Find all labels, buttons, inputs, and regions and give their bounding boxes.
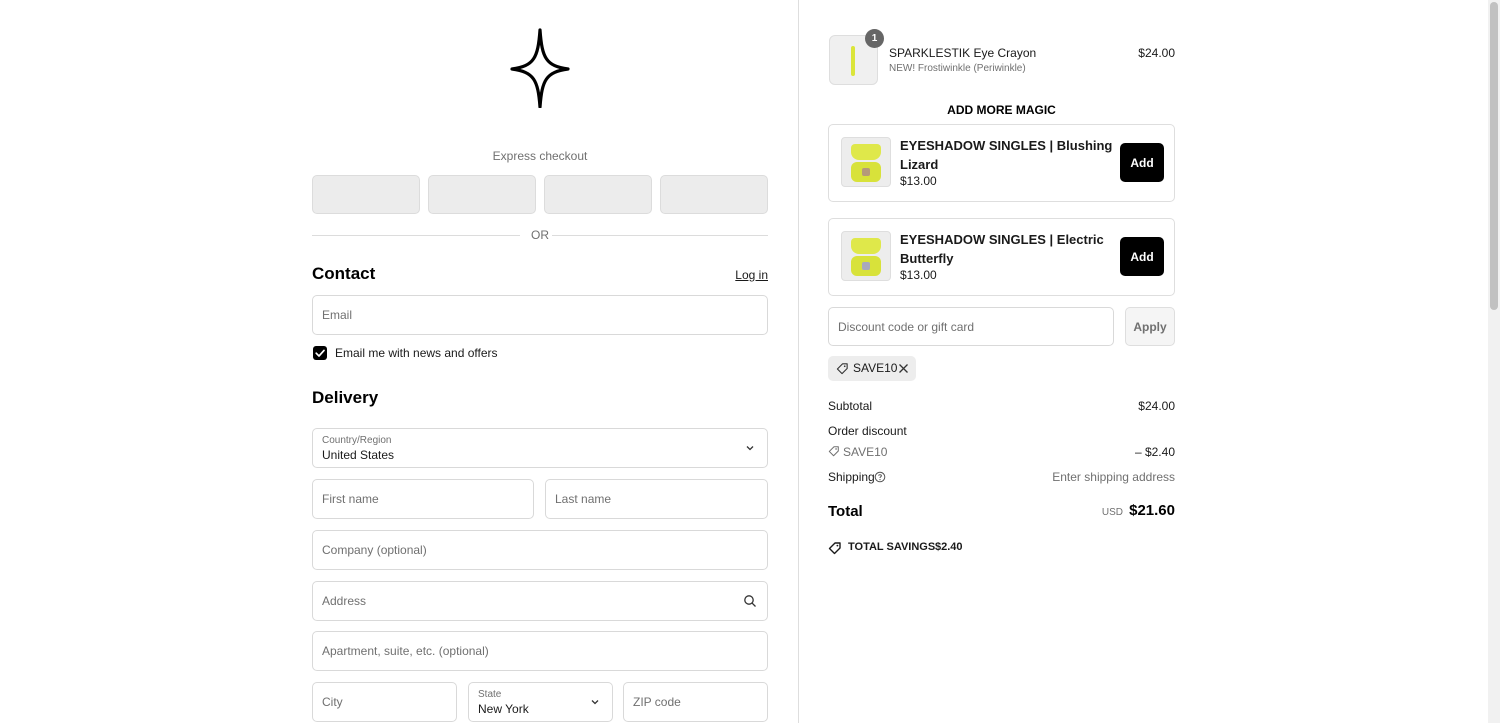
upsell-price: $13.00 <box>900 268 937 282</box>
discount-code-label: SAVE10 <box>843 445 888 459</box>
eyeshadow-image <box>841 137 891 187</box>
checkout-form-column: Express checkout OR Contact Log in Email… <box>0 0 798 723</box>
compact-lid <box>851 144 881 160</box>
zip-field[interactable]: ZIP code <box>623 682 768 722</box>
state-value: New York <box>478 702 529 716</box>
email-field[interactable]: Email <box>312 295 768 335</box>
product-price: $24.00 <box>1138 46 1175 60</box>
product-variant: NEW! Frostiwinkle (Periwinkle) <box>889 63 1026 74</box>
express-checkout-label: Express checkout <box>492 149 588 163</box>
subtotal-label: Subtotal <box>828 399 873 413</box>
applied-discount-chip: SAVE10 <box>828 356 916 381</box>
zip-placeholder: ZIP code <box>633 695 681 709</box>
compact-lid <box>851 238 881 254</box>
eye-crayon-image <box>851 46 855 76</box>
express-pay-button-1[interactable] <box>312 175 420 214</box>
company-placeholder: Company (optional) <box>322 543 427 557</box>
page-scrollbar[interactable] <box>1488 0 1500 723</box>
city-field[interactable]: City <box>312 682 457 722</box>
express-pay-button-4[interactable] <box>660 175 768 214</box>
shipping-value: Enter shipping address <box>1052 470 1175 484</box>
applied-code: SAVE10 <box>853 361 898 375</box>
country-label: Country/Region <box>322 435 392 446</box>
login-link[interactable]: Log in <box>700 268 768 282</box>
divider-line-right <box>552 235 768 236</box>
last-name-field[interactable]: Last name <box>545 479 768 519</box>
upsell-name: EYESHADOW SINGLES | Electric Butterfly <box>900 232 1104 266</box>
delivery-heading: Delivery <box>312 388 379 407</box>
savings-value: $2.40 <box>935 541 963 553</box>
upsell-heading: ADD MORE MAGIC <box>947 103 1056 117</box>
apartment-field[interactable]: Apartment, suite, etc. (optional) <box>312 631 768 671</box>
apartment-placeholder: Apartment, suite, etc. (optional) <box>322 644 489 658</box>
last-name-placeholder: Last name <box>555 492 612 506</box>
close-icon[interactable] <box>898 363 909 374</box>
eyeshadow-image <box>841 231 891 281</box>
total-value: $21.60 <box>1129 502 1175 519</box>
upsell-price: $13.00 <box>900 174 937 188</box>
country-value: United States <box>322 448 395 462</box>
add-upsell-button[interactable]: Add <box>1120 237 1164 276</box>
subtotal-value: $24.00 <box>1138 399 1175 413</box>
shipping-label: Shipping <box>828 470 875 484</box>
currency-code: USD <box>1101 507 1123 518</box>
shadow-pan <box>862 168 870 176</box>
discount-code-field[interactable]: Discount code or gift card <box>828 307 1114 346</box>
express-pay-button-2[interactable] <box>428 175 536 214</box>
first-name-placeholder: First name <box>322 492 379 506</box>
country-select[interactable]: Country/Region United States <box>312 428 768 468</box>
email-placeholder: Email <box>322 308 353 322</box>
total-label: Total <box>828 503 863 520</box>
tag-icon <box>836 363 848 375</box>
upsell-name: EYESHADOW SINGLES | Blushing Lizard <box>900 138 1113 172</box>
newsletter-label: Email me with news and offers <box>335 346 498 360</box>
sparkle-logo-icon <box>510 28 570 108</box>
add-upsell-button[interactable]: Add <box>1120 143 1164 182</box>
apply-discount-button[interactable]: Apply <box>1125 307 1175 346</box>
chevron-down-icon <box>591 700 599 705</box>
city-placeholder: City <box>322 695 343 709</box>
product-name: SPARKLESTIK Eye Crayon <box>889 46 1037 60</box>
company-field[interactable]: Company (optional) <box>312 530 768 570</box>
or-divider: OR <box>312 228 768 242</box>
quantity-badge: 1 <box>865 29 884 48</box>
search-icon[interactable] <box>743 594 757 608</box>
contact-heading: Contact <box>312 264 376 283</box>
express-pay-button-3[interactable] <box>544 175 652 214</box>
upsell-card: EYESHADOW SINGLES | Blushing Lizard $13.… <box>828 124 1175 202</box>
state-select[interactable]: State New York <box>468 682 613 722</box>
shadow-pan <box>862 262 870 270</box>
address-field[interactable]: Address <box>312 581 768 621</box>
upsell-card: EYESHADOW SINGLES | Electric Butterfly $… <box>828 218 1175 296</box>
state-label: State <box>478 689 502 700</box>
address-placeholder: Address <box>322 594 367 608</box>
tag-icon <box>828 446 839 457</box>
first-name-field[interactable]: First name <box>312 479 534 519</box>
checkmark-icon <box>315 349 325 357</box>
tag-icon <box>828 542 841 555</box>
scrollbar-thumb[interactable] <box>1490 2 1498 310</box>
savings-label: TOTAL SAVINGS <box>848 541 936 553</box>
newsletter-checkbox[interactable] <box>313 346 327 360</box>
discount-value: – $2.40 <box>1134 445 1175 459</box>
order-discount-label: Order discount <box>828 424 907 438</box>
chevron-down-icon <box>746 446 754 451</box>
discount-placeholder: Discount code or gift card <box>838 319 975 334</box>
help-icon[interactable] <box>874 471 886 483</box>
